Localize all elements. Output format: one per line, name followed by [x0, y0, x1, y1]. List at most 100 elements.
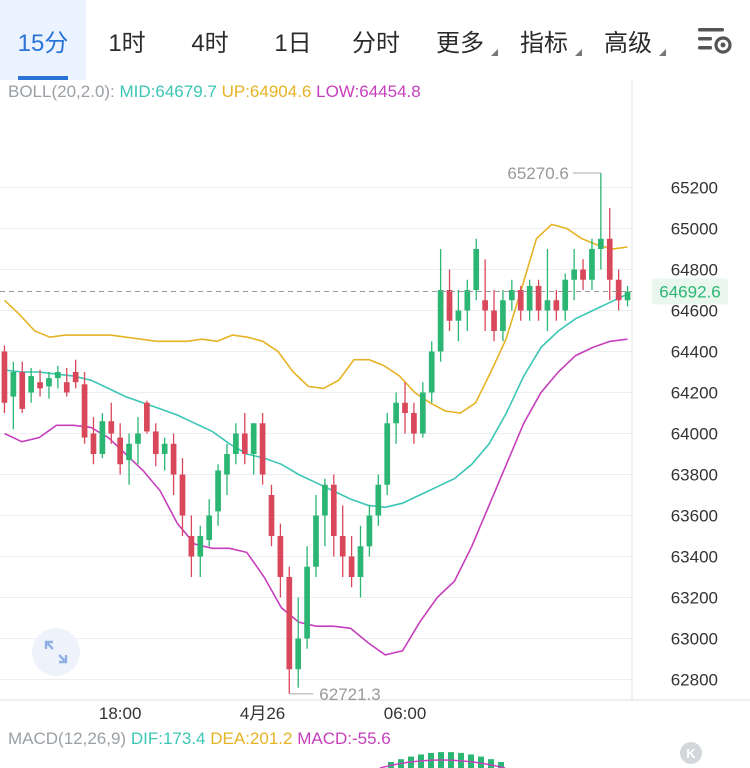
candle-body	[108, 421, 115, 434]
candle	[339, 505, 346, 577]
candle	[46, 372, 52, 399]
candle-body	[206, 515, 213, 541]
candle	[295, 597, 302, 688]
candle-body	[1, 351, 8, 403]
candle	[553, 290, 560, 321]
candle	[126, 433, 132, 485]
price-axis: 6520065000648006460064400642006400063800…	[671, 179, 718, 690]
candle	[152, 423, 159, 467]
candle	[233, 423, 239, 465]
expand-arrows-icon[interactable]	[32, 628, 80, 676]
tab-label: 15分	[17, 29, 69, 57]
candle	[28, 367, 35, 403]
candle-body	[437, 290, 444, 352]
candle-body	[10, 372, 17, 397]
boll-upper-line	[3, 223, 628, 414]
candle	[313, 495, 319, 577]
candle	[571, 249, 577, 301]
time-axis: 18:00 4月26 06:00	[99, 704, 426, 723]
candle-body	[402, 402, 408, 413]
bollinger-bands	[3, 223, 628, 656]
candle-body	[46, 378, 52, 387]
tab-7[interactable]: 高级	[586, 0, 670, 80]
low-price-label: 62721.3	[319, 685, 380, 704]
candle-body	[517, 290, 524, 311]
candle-body	[571, 269, 577, 280]
price-tick-label: 65200	[671, 179, 718, 198]
boll-name: BOLL(20,2.0):	[8, 82, 115, 101]
candle-body	[179, 474, 186, 516]
candle	[322, 478, 328, 547]
time-tick-label: 06:00	[384, 704, 427, 723]
candle	[206, 499, 213, 547]
candle-body	[81, 384, 88, 438]
candle-body	[241, 433, 248, 454]
macd-dea-value: DEA:201.2	[210, 729, 293, 748]
candle	[464, 279, 471, 331]
candle	[544, 249, 551, 331]
candle	[197, 525, 204, 577]
candle-body	[348, 556, 355, 577]
candle-body	[215, 470, 221, 512]
candle-body	[589, 249, 595, 280]
boll-mid-line	[4, 293, 628, 509]
candle	[90, 417, 97, 465]
tab-0[interactable]: 15分	[0, 0, 86, 80]
candle-body	[580, 269, 586, 280]
candle	[535, 279, 542, 321]
tab-5[interactable]: 更多	[418, 0, 502, 80]
candle	[482, 259, 488, 331]
candle	[188, 515, 195, 577]
candle-body	[322, 484, 328, 516]
candle	[268, 484, 275, 547]
candle-body	[473, 249, 480, 290]
candle-body	[233, 433, 239, 454]
candle-body	[117, 437, 124, 465]
candle	[393, 392, 399, 444]
candle-body	[90, 433, 97, 454]
candle-body	[295, 638, 302, 670]
tab-label: 1时	[108, 29, 146, 57]
candle-body	[419, 392, 426, 434]
price-tick-label: 63400	[671, 548, 718, 567]
tab-3[interactable]: 1日	[252, 0, 334, 80]
candle-body	[152, 431, 159, 454]
macd-name: MACD(12,26,9)	[8, 729, 127, 748]
tab-label: 4时	[191, 29, 229, 57]
tab-label: 分时	[352, 29, 400, 57]
candlestick-chart[interactable]: 6520065000648006460064400642006400063800…	[0, 0, 750, 768]
candle	[357, 525, 364, 598]
candle-body	[63, 382, 70, 393]
candle-body	[144, 402, 150, 432]
candle	[215, 464, 221, 526]
candle-body	[544, 300, 551, 311]
price-tick-label: 65000	[671, 220, 718, 239]
price-tick-label: 64800	[671, 261, 718, 280]
price-tick-label: 63600	[671, 507, 718, 526]
boll-up-value: UP:64904.6	[221, 82, 312, 101]
candle-body	[526, 285, 533, 311]
candle	[1, 345, 8, 413]
tab-label: 更多	[436, 29, 484, 57]
candle-body	[624, 291, 631, 301]
candle-body	[366, 515, 373, 547]
tab-4[interactable]: 分时	[334, 0, 418, 80]
chart-settings-icon[interactable]	[696, 24, 734, 56]
dropdown-caret-icon	[575, 49, 582, 56]
k-button[interactable]: K	[680, 742, 702, 764]
candle	[55, 365, 61, 389]
candle-body	[535, 285, 542, 311]
candle-body	[170, 443, 177, 475]
candle	[286, 566, 293, 694]
macd-legend: MACD(12,26,9) DIF:173.4 DEA:201.2 MACD:-…	[8, 729, 391, 749]
candle	[606, 208, 613, 301]
candle	[384, 413, 391, 495]
candle	[508, 279, 515, 311]
candle-body	[19, 372, 26, 409]
tab-6[interactable]: 指标	[502, 0, 586, 80]
tab-2[interactable]: 4时	[168, 0, 252, 80]
candle	[437, 249, 444, 362]
candle	[615, 269, 622, 311]
tab-1[interactable]: 1时	[86, 0, 168, 80]
tab-label: 指标	[520, 29, 568, 57]
